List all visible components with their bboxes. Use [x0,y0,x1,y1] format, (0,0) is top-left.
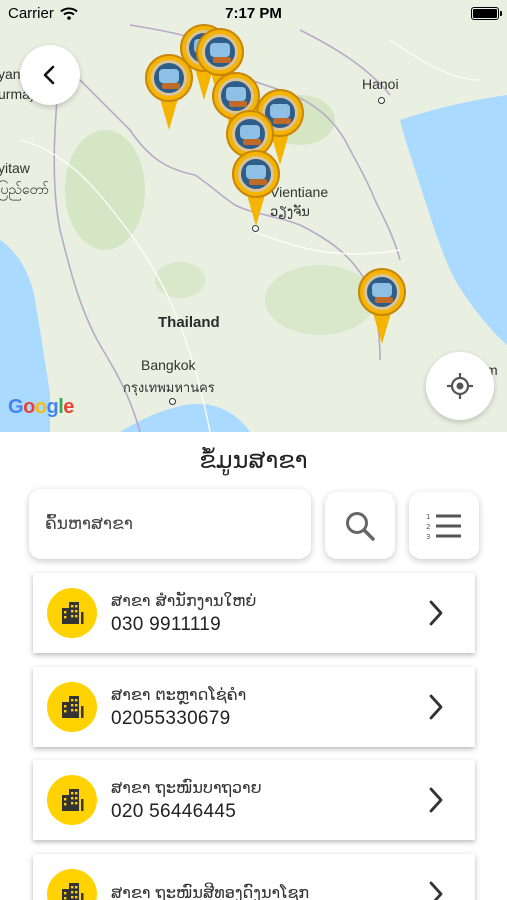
branch-name: ສາຂາ ສໍານັກງານໃຫຍ່ [111,590,257,610]
numbered-list-icon: 1 2 3 [426,513,461,541]
back-button[interactable] [20,45,80,105]
branch-name: ສາຂາ ຖະໜົນສີທອງດົງນາໂຊກ [111,882,310,900]
branch-map-pin[interactable] [232,150,280,226]
chevron-right-icon [429,787,443,813]
svg-text:1: 1 [426,513,430,521]
list-view-button[interactable]: 1 2 3 [409,492,479,559]
branch-avatar [47,775,97,825]
branch-list-item[interactable]: ສາຂາ ຕະຫຼາດໂຊ່ຄໍາ 02055330679 [33,667,475,747]
search-icon [346,511,375,541]
branch-map-pin[interactable] [358,268,406,344]
search-input[interactable] [45,514,311,534]
map-label-bangkok-thai: กรุงเทพมหานคร [123,380,215,395]
chevron-right-icon [429,881,443,900]
branch-name: ສາຂາ ຖະໜົນບາຖວາຍ [111,777,262,797]
branch-list-item[interactable]: ສາຂາ ສໍານັກງານໃຫຍ່ 030 9911119 [33,573,475,653]
branch-phone: 030 9911119 [111,613,222,635]
map-label-hanoi: Hanoi [362,76,399,92]
branch-map-pin[interactable] [145,54,193,130]
branch-name: ສາຂາ ຕະຫຼາດໂຊ່ຄໍາ [111,684,247,704]
branch-list-item[interactable]: ສາຂາ ຖະໜົນສີທອງດົງນາໂຊກ [33,854,475,900]
map-label-naypyitaw-script: ပြည်တော် [0,181,49,197]
svg-text:2: 2 [426,523,430,531]
map-label-bangkok: Bangkok [141,357,196,373]
branch-text: ສາຂາ ຖະໜົນສີທອງດົງນາໂຊກ [111,883,427,900]
branch-phone: 020 56446445 [111,800,237,822]
google-attribution-logo: Google [8,396,74,418]
branch-text: ສາຂາ ຕະຫຼາດໂຊ່ຄໍາ 02055330679 [111,685,427,730]
branch-panel: ຂໍ້ມູນສາຂາ 1 2 3 [0,432,507,900]
branch-avatar [47,682,97,732]
status-left: Carrier [8,5,78,22]
branch-list-item[interactable]: ສາຂາ ຖະໜົນບາຖວາຍ 020 56446445 [33,760,475,840]
status-bar: Carrier 7:17 PM [0,0,507,26]
my-location-button[interactable] [426,352,494,420]
map-label-naypyitaw: yitaw [0,160,30,176]
building-icon [62,602,84,624]
map-city-dot-hanoi [378,97,385,104]
chevron-right-icon [429,600,443,626]
map-view[interactable]: yan urma) yitaw ပြည်တော် Hanoi Vientiane… [0,0,507,432]
my-location-icon [447,373,473,399]
building-icon [62,789,84,811]
map-city-dot-bangkok [169,398,176,405]
battery-icon [471,6,502,20]
branch-text: ສາຂາ ສໍານັກງານໃຫຍ່ 030 9911119 [111,591,427,636]
panel-title: ຂໍ້ມູນສາຂາ [199,447,308,474]
building-icon [62,883,84,900]
branch-avatar [47,588,97,638]
chevron-left-icon [43,65,55,85]
carrier-label: Carrier [8,4,54,22]
search-box[interactable] [29,489,311,559]
battery-fill [473,8,497,18]
branch-avatar [47,869,97,900]
branch-text: ສາຂາ ຖະໜົນບາຖວາຍ 020 56446445 [111,778,427,823]
branch-phone: 02055330679 [111,707,231,729]
building-icon [62,696,84,718]
map-label-myanmar: yan [0,66,21,82]
chevron-right-icon [429,694,443,720]
svg-text:3: 3 [426,533,430,541]
wifi-icon [60,7,78,20]
screen: yan urma) yitaw ပြည်တော် Hanoi Vientiane… [0,0,507,900]
map-city-dot-vientiane [252,225,259,232]
map-label-thailand: Thailand [158,314,220,331]
search-button[interactable] [325,492,395,559]
